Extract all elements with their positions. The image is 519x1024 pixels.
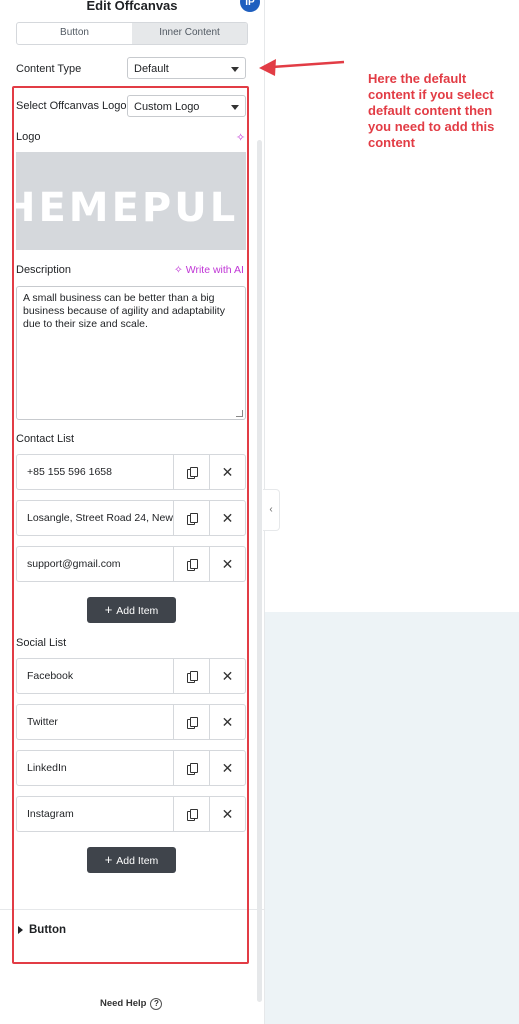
add-contact-item-button[interactable]: + Add Item bbox=[87, 597, 176, 623]
add-social-item-button[interactable]: + Add Item bbox=[87, 847, 176, 873]
copy-icon bbox=[186, 558, 198, 571]
close-icon: ✕ bbox=[221, 714, 234, 730]
close-icon: ✕ bbox=[221, 556, 234, 572]
editor-panel: Edit Offcanvas IP Button Inner Content C… bbox=[0, 0, 265, 1024]
chevron-down-icon bbox=[231, 105, 239, 110]
copy-icon bbox=[186, 512, 198, 525]
description-label: Description bbox=[16, 264, 72, 276]
list-item[interactable]: LinkedIn ✕ bbox=[16, 750, 246, 786]
close-icon: ✕ bbox=[221, 464, 234, 480]
collapse-panel-button[interactable]: ‹ bbox=[263, 489, 280, 531]
logo-image-text: HEMEPUL bbox=[16, 185, 239, 231]
content-type-value: Default bbox=[134, 63, 169, 75]
logo-select-label: Select Offcanvas Logo bbox=[16, 100, 127, 112]
close-icon: ✕ bbox=[221, 760, 234, 776]
list-item[interactable]: Facebook ✕ bbox=[16, 658, 246, 694]
help-icon: ? bbox=[150, 998, 163, 1010]
duplicate-button[interactable] bbox=[173, 659, 209, 693]
content-type-label: Content Type bbox=[16, 63, 82, 75]
list-item-text[interactable]: Twitter bbox=[17, 705, 173, 739]
description-value: A small business can be better than a bi… bbox=[23, 292, 225, 330]
add-item-label: Add Item bbox=[116, 605, 159, 617]
list-item[interactable]: Twitter ✕ bbox=[16, 704, 246, 740]
content-type-select[interactable]: Default bbox=[127, 57, 246, 79]
caret-right-icon bbox=[18, 925, 23, 934]
logo-preview[interactable]: HEMEPUL bbox=[16, 152, 246, 250]
description-textarea[interactable]: A small business can be better than a bi… bbox=[16, 286, 246, 420]
tab-inner-content[interactable]: Inner Content bbox=[132, 23, 247, 44]
list-item-text[interactable]: Facebook bbox=[17, 659, 173, 693]
remove-button[interactable]: ✕ bbox=[209, 501, 245, 535]
chevron-down-icon bbox=[231, 67, 239, 72]
plus-icon: + bbox=[104, 602, 113, 617]
close-icon: ✕ bbox=[221, 668, 234, 684]
ai-sparkle-icon: ✧ bbox=[174, 264, 183, 276]
remove-button[interactable]: ✕ bbox=[209, 455, 245, 489]
remove-button[interactable]: ✕ bbox=[209, 659, 245, 693]
list-item-text[interactable]: support@gmail.com bbox=[17, 547, 173, 581]
list-item-text[interactable]: Losangle, Street Road 24, New bbox=[17, 501, 173, 535]
list-item[interactable]: Instagram ✕ bbox=[16, 796, 246, 832]
copy-icon bbox=[186, 762, 198, 775]
duplicate-button[interactable] bbox=[173, 501, 209, 535]
contact-list-label: Contact List bbox=[16, 433, 75, 445]
write-with-ai-button[interactable]: ✧ Write with AI bbox=[174, 264, 244, 276]
list-item[interactable]: +85 155 596 1658 ✕ bbox=[16, 454, 246, 490]
plus-icon: + bbox=[104, 852, 113, 867]
ai-sparkle-icon[interactable]: ✧ bbox=[236, 131, 245, 144]
logo-select[interactable]: Custom Logo bbox=[127, 95, 246, 117]
remove-button[interactable]: ✕ bbox=[209, 705, 245, 739]
remove-button[interactable]: ✕ bbox=[209, 547, 245, 581]
panel-title: Edit Offcanvas bbox=[86, 0, 178, 13]
annotation-text: Here the default content if you select d… bbox=[368, 71, 495, 150]
need-help-link[interactable]: Need Help? bbox=[100, 998, 163, 1010]
copy-icon bbox=[186, 716, 198, 729]
close-icon: ✕ bbox=[221, 510, 234, 526]
button-section-toggle[interactable]: Button bbox=[18, 924, 66, 936]
list-item[interactable]: Losangle, Street Road 24, New ✕ bbox=[16, 500, 246, 536]
list-item-text[interactable]: +85 155 596 1658 bbox=[17, 455, 173, 489]
need-help-label: Need Help bbox=[100, 998, 147, 1009]
tab-button[interactable]: Button bbox=[17, 23, 132, 44]
duplicate-button[interactable] bbox=[173, 547, 209, 581]
tabs: Button Inner Content bbox=[16, 22, 248, 45]
button-section-label: Button bbox=[29, 924, 67, 936]
annotation-arrow-icon bbox=[259, 59, 345, 76]
scrollbar[interactable] bbox=[257, 140, 262, 1002]
duplicate-button[interactable] bbox=[173, 797, 209, 831]
list-item-text[interactable]: LinkedIn bbox=[17, 751, 173, 785]
write-with-ai-label: Write with AI bbox=[185, 264, 244, 276]
add-item-label: Add Item bbox=[116, 855, 159, 867]
remove-button[interactable]: ✕ bbox=[209, 797, 245, 831]
duplicate-button[interactable] bbox=[173, 751, 209, 785]
copy-icon bbox=[186, 670, 198, 683]
logo-select-value: Custom Logo bbox=[134, 101, 200, 113]
duplicate-button[interactable] bbox=[173, 455, 209, 489]
preview-area-bottom bbox=[265, 612, 519, 1024]
social-list-label: Social List bbox=[16, 637, 67, 649]
logo-label: Logo bbox=[16, 131, 41, 143]
list-item-text[interactable]: Instagram bbox=[17, 797, 173, 831]
list-item[interactable]: support@gmail.com ✕ bbox=[16, 546, 246, 582]
copy-icon bbox=[186, 466, 198, 479]
close-icon: ✕ bbox=[221, 806, 234, 822]
resize-handle[interactable] bbox=[236, 410, 243, 417]
section-divider bbox=[0, 909, 264, 910]
copy-icon bbox=[186, 808, 198, 821]
duplicate-button[interactable] bbox=[173, 705, 209, 739]
remove-button[interactable]: ✕ bbox=[209, 751, 245, 785]
